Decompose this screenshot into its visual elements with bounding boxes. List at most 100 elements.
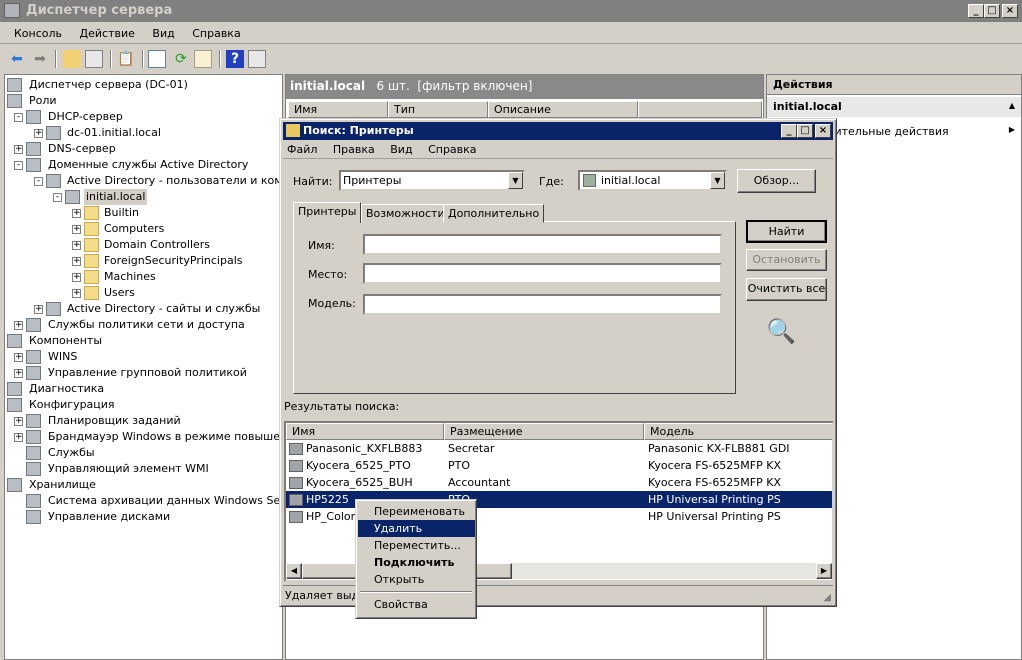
close-button[interactable]: × xyxy=(1002,4,1018,18)
column-header-description[interactable]: Описание xyxy=(488,101,638,118)
expand-icon[interactable]: + xyxy=(72,273,81,282)
context-menu-item[interactable]: Удалить xyxy=(358,520,475,537)
tree-item[interactable]: + Machines xyxy=(5,269,282,285)
location-input[interactable] xyxy=(363,263,722,284)
collapse-icon[interactable]: - xyxy=(14,161,23,170)
tab-advanced[interactable]: Дополнительно xyxy=(443,204,545,223)
results-column-model[interactable]: Модель xyxy=(644,423,832,440)
expand-icon[interactable]: + xyxy=(14,369,23,378)
export-list-icon[interactable] xyxy=(194,50,212,68)
expand-icon[interactable]: + xyxy=(14,353,23,362)
tree-item[interactable]: + dc-01.initial.local xyxy=(5,125,282,141)
results-column-name[interactable]: Имя xyxy=(286,423,444,440)
tree-item[interactable]: -Конфигурация xyxy=(5,397,282,413)
show-hide-tree-icon[interactable] xyxy=(85,50,103,68)
menu-help[interactable]: Справка xyxy=(185,24,247,40)
context-menu-item[interactable]: Подключить xyxy=(358,554,475,571)
tree-item[interactable]: + Users xyxy=(5,285,282,301)
tree-item[interactable]: - Доменные службы Active Directory xyxy=(5,157,282,173)
tree-item[interactable]: Управляющий элемент WMI xyxy=(5,461,282,477)
expand-icon[interactable]: + xyxy=(14,433,23,442)
tree-item[interactable]: -Роли xyxy=(5,93,282,109)
dialog-close-button[interactable]: × xyxy=(815,124,831,138)
column-header-name[interactable]: Имя xyxy=(288,101,388,118)
tree-item[interactable]: + ForeignSecurityPrincipals xyxy=(5,253,282,269)
minimize-button[interactable]: _ xyxy=(968,4,984,18)
menu-console[interactable]: Консоль xyxy=(0,24,69,40)
find-now-button[interactable]: Найти xyxy=(746,220,827,243)
back-arrow-icon[interactable]: ⬅ xyxy=(8,50,26,68)
tree-item[interactable]: + Builtin xyxy=(5,205,282,221)
tree-item[interactable]: -Компоненты xyxy=(5,333,282,349)
collapse-up-icon[interactable]: ▲ xyxy=(1009,101,1015,110)
model-input[interactable] xyxy=(363,294,722,315)
expand-icon[interactable]: + xyxy=(72,289,81,298)
tree-item[interactable]: Службы xyxy=(5,445,282,461)
expand-icon[interactable]: + xyxy=(34,129,43,138)
results-column-location[interactable]: Размещение xyxy=(444,423,644,440)
browse-button[interactable]: Обзор... xyxy=(737,169,816,193)
menu-view[interactable]: Вид xyxy=(145,24,181,40)
scroll-right-icon[interactable]: ▶ xyxy=(816,563,832,579)
tab-features[interactable]: Возможности xyxy=(361,204,450,223)
tree-item[interactable]: + Computers xyxy=(5,221,282,237)
expand-icon[interactable]: + xyxy=(72,241,81,250)
forward-arrow-icon[interactable]: ➡ xyxy=(31,50,49,68)
dropdown-arrow-icon[interactable]: ▼ xyxy=(508,172,523,189)
properties-icon[interactable] xyxy=(148,50,166,68)
dialog-minimize-button[interactable]: _ xyxy=(781,124,797,138)
context-menu-item[interactable]: Переместить... xyxy=(358,537,475,554)
dialog-maximize-button[interactable]: □ xyxy=(797,124,813,138)
menu-action[interactable]: Действие xyxy=(73,24,142,40)
expand-icon[interactable]: + xyxy=(72,225,81,234)
tab-printers[interactable]: Принтеры xyxy=(293,202,362,223)
stop-button[interactable]: Остановить xyxy=(746,249,827,271)
dropdown-arrow-icon[interactable]: ▼ xyxy=(710,172,725,189)
refresh-icon[interactable]: ⟳ xyxy=(172,50,190,68)
expand-icon[interactable]: + xyxy=(14,417,23,426)
clipboard-icon[interactable]: 📋 xyxy=(117,50,135,68)
find-combobox[interactable]: Принтеры ▼ xyxy=(339,170,525,191)
tree-item[interactable]: + Управление групповой политикой xyxy=(5,365,282,381)
tree-item[interactable]: - initial.local xyxy=(5,189,282,205)
column-header-type[interactable]: Тип xyxy=(388,101,488,118)
show-hide-action-pane-icon[interactable] xyxy=(248,50,266,68)
collapse-icon[interactable]: - xyxy=(34,177,43,186)
collapse-icon[interactable]: - xyxy=(53,193,62,202)
tree-item[interactable]: + Планировщик заданий xyxy=(5,413,282,429)
expand-icon[interactable]: + xyxy=(72,209,81,218)
collapse-icon[interactable]: - xyxy=(14,113,23,122)
dialog-menu-help[interactable]: Справка xyxy=(422,143,482,156)
result-row[interactable]: Kyocera_6525_PTO PTO Kyocera FS-6525MFP KX xyxy=(286,457,832,474)
context-menu-item[interactable]: Переименовать xyxy=(358,503,475,520)
maximize-button[interactable]: □ xyxy=(984,4,1000,18)
resize-grip-icon[interactable]: ◢ xyxy=(823,592,831,603)
name-input[interactable] xyxy=(363,234,722,255)
tree-item[interactable]: + DNS-сервер xyxy=(5,141,282,157)
tree-item[interactable]: +Диагностика xyxy=(5,381,282,397)
tree-item[interactable]: Управление дисками xyxy=(5,509,282,525)
tree-item[interactable]: -Хранилище xyxy=(5,477,282,493)
up-folder-icon[interactable] xyxy=(63,50,81,68)
scroll-left-icon[interactable]: ◀ xyxy=(286,563,302,579)
tree-item[interactable]: + Брандмауэр Windows в режиме повышенной … xyxy=(5,429,282,445)
dialog-menu-edit[interactable]: Правка xyxy=(327,143,381,156)
console-tree[interactable]: Диспетчер сервера (DC-01)-Роли-DHCP-серв… xyxy=(4,74,283,660)
dialog-menu-view[interactable]: Вид xyxy=(384,143,418,156)
result-row[interactable]: Kyocera_6525_BUH Accountant Kyocera FS-652… xyxy=(286,474,832,491)
tree-item[interactable]: Система архивации данных Windows Server xyxy=(5,493,282,509)
tree-item[interactable]: - DHCP-сервер xyxy=(5,109,282,125)
dialog-menu-file[interactable]: Файл xyxy=(283,143,323,156)
expand-icon[interactable]: + xyxy=(14,145,23,154)
actions-section-title[interactable]: initial.local ▲ xyxy=(767,97,1021,117)
tree-item[interactable]: + WINS xyxy=(5,349,282,365)
tree-item[interactable]: + Active Directory - сайты и службы xyxy=(5,301,282,317)
expand-icon[interactable]: + xyxy=(34,305,43,314)
expand-icon[interactable]: + xyxy=(14,321,23,330)
context-menu-item[interactable]: Открыть xyxy=(358,571,475,588)
result-row[interactable]: Panasonic_KXFLB883 Secretar Panasonic KX-F… xyxy=(286,440,832,457)
tree-item[interactable]: - Active Directory - пользователи и компь… xyxy=(5,173,282,189)
tree-item[interactable]: + Службы политики сети и доступа xyxy=(5,317,282,333)
clear-all-button[interactable]: Очистить все xyxy=(746,278,827,301)
context-menu-item[interactable]: Свойства xyxy=(358,596,475,613)
